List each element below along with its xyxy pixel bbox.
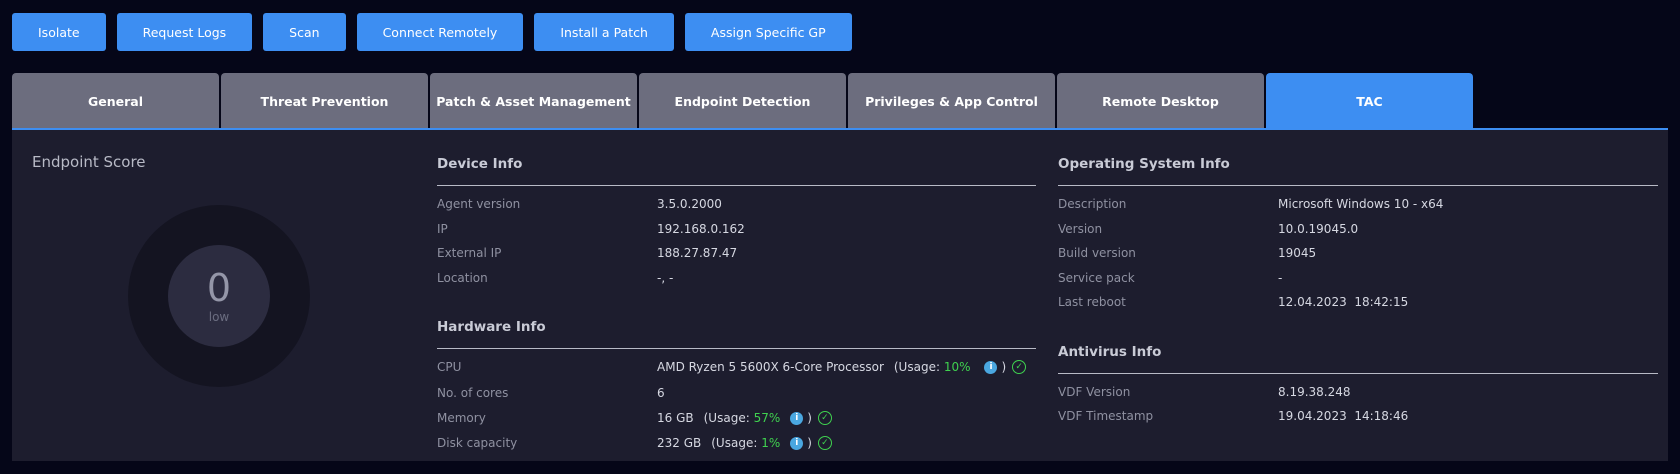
disk-usage: 1%: [761, 436, 781, 450]
tab-patch-asset-management[interactable]: Patch & Asset Management: [430, 73, 637, 129]
scan-button[interactable]: Scan: [263, 13, 346, 51]
os-row-service-pack: Service pack -: [1058, 270, 1282, 286]
hardware-info-title: Hardware Info: [437, 319, 546, 335]
row-value: 8.19.38.248: [1278, 385, 1351, 399]
av-row-vdf-timestamp: VDF Timestamp 19.04.2023 14:18:46: [1058, 408, 1408, 424]
row-value: 3.5.0.2000: [657, 197, 722, 211]
connect-remotely-button[interactable]: Connect Remotely: [356, 13, 524, 51]
assign-gp-button[interactable]: Assign Specific GP: [684, 13, 852, 51]
row-value: 19.04.2023 14:18:46: [1278, 409, 1409, 423]
action-toolbar: Isolate Request Logs Scan Connect Remote…: [12, 13, 852, 51]
av-row-vdf-version: VDF Version 8.19.38.248: [1058, 384, 1351, 400]
request-logs-button[interactable]: Request Logs: [116, 13, 253, 51]
disk-size: 232 GB: [657, 436, 702, 450]
disk-usage-prefix: (Usage:: [711, 436, 762, 450]
row-label: Memory: [437, 411, 486, 425]
install-patch-button[interactable]: Install a Patch: [534, 13, 674, 51]
row-label: Version: [1058, 222, 1103, 236]
row-label: Service pack: [1058, 271, 1135, 285]
memory-size: 16 GB: [657, 411, 694, 425]
tab-threat-prevention[interactable]: Threat Prevention: [221, 73, 428, 129]
antivirus-info-divider: [1058, 373, 1658, 374]
gauge-center: 0 low: [168, 245, 270, 347]
endpoint-score-level: low: [208, 310, 230, 324]
row-value: -: [1278, 271, 1283, 285]
row-label: Location: [437, 271, 488, 285]
tab-remote-desktop[interactable]: Remote Desktop: [1057, 73, 1264, 129]
check-circle-icon: ✓: [817, 436, 832, 450]
cpu-value: AMD Ryzen 5 5600X 6-Core Processor (Usag…: [657, 360, 1027, 374]
cpu-model: AMD Ryzen 5 5600X 6-Core Processor: [657, 360, 884, 374]
disk-value: 232 GB (Usage: 1% i ) ✓: [657, 436, 832, 450]
endpoint-score-gauge: 0 low: [128, 205, 310, 387]
isolate-button[interactable]: Isolate: [12, 13, 106, 51]
os-row-last-reboot: Last reboot 12.04.2023 18:42:15: [1058, 294, 1408, 310]
endpoint-score-title: Endpoint Score: [32, 153, 146, 171]
row-value: 19045: [1278, 246, 1317, 260]
tab-general[interactable]: General: [12, 73, 219, 129]
row-label: Last reboot: [1058, 295, 1126, 309]
row-label: External IP: [437, 246, 502, 260]
antivirus-info-title: Antivirus Info: [1058, 344, 1162, 360]
row-label: IP: [437, 222, 448, 236]
device-info-title: Device Info: [437, 156, 523, 172]
endpoint-score-value: 0: [206, 266, 232, 310]
row-value: 192.168.0.162: [657, 222, 745, 236]
row-label: Description: [1058, 197, 1127, 211]
os-info-divider: [1058, 185, 1658, 186]
memory-usage-suffix: ): [807, 411, 812, 425]
tab-tac[interactable]: TAC: [1266, 73, 1473, 129]
os-info-title: Operating System Info: [1058, 156, 1230, 172]
row-label: No. of cores: [437, 386, 509, 400]
row-label: VDF Version: [1058, 385, 1131, 399]
row-label: Disk capacity: [437, 436, 518, 450]
row-value: 10.0.19045.0: [1278, 222, 1359, 236]
info-icon[interactable]: i: [790, 436, 804, 450]
memory-usage: 57%: [753, 411, 781, 425]
device-row-location: Location -, -: [437, 270, 673, 286]
cpu-usage-suffix: ): [1001, 360, 1007, 374]
device-row-external-ip: External IP 188.27.87.47: [437, 245, 737, 261]
tab-privileges-app-control[interactable]: Privileges & App Control: [848, 73, 1055, 129]
device-row-agent: Agent version 3.5.0.2000: [437, 196, 722, 212]
device-row-ip: IP 192.168.0.162: [437, 221, 745, 237]
check-circle-icon: ✓: [1012, 360, 1027, 374]
disk-usage-suffix: ): [807, 436, 812, 450]
row-label: CPU: [437, 360, 462, 374]
hardware-row-cpu: CPU AMD Ryzen 5 5600X 6-Core Processor (…: [437, 359, 1027, 375]
hardware-row-memory: Memory 16 GB (Usage: 57% i ) ✓: [437, 410, 832, 426]
tac-panel: Endpoint Score 0 low Device Info Agent v…: [12, 130, 1668, 461]
cpu-usage-prefix: (Usage:: [893, 360, 944, 374]
device-info-divider: [437, 185, 1036, 186]
row-value: 12.04.2023 18:42:15: [1278, 295, 1409, 309]
memory-value: 16 GB (Usage: 57% i ) ✓: [657, 411, 832, 425]
os-row-description: Description Microsoft Windows 10 - x64: [1058, 196, 1443, 212]
hardware-info-divider: [437, 348, 1036, 349]
tab-bar: General Threat Prevention Patch & Asset …: [12, 73, 1473, 129]
row-label: VDF Timestamp: [1058, 409, 1154, 423]
row-value: -, -: [657, 271, 674, 285]
row-value: 6: [657, 386, 665, 400]
memory-usage-prefix: (Usage:: [703, 411, 754, 425]
check-circle-icon: ✓: [817, 411, 832, 425]
row-label: Build version: [1058, 246, 1136, 260]
row-value: Microsoft Windows 10 - x64: [1278, 197, 1444, 211]
tab-endpoint-detection[interactable]: Endpoint Detection: [639, 73, 846, 129]
info-icon[interactable]: i: [790, 411, 804, 425]
hardware-row-disk: Disk capacity 232 GB (Usage: 1% i ) ✓: [437, 435, 832, 451]
row-value: 188.27.87.47: [657, 246, 738, 260]
info-icon[interactable]: i: [984, 360, 998, 374]
hardware-row-cores: No. of cores 6: [437, 385, 665, 401]
os-row-build: Build version 19045: [1058, 245, 1316, 261]
os-row-version: Version 10.0.19045.0: [1058, 221, 1358, 237]
row-label: Agent version: [437, 197, 521, 211]
cpu-usage: 10%: [943, 360, 971, 374]
